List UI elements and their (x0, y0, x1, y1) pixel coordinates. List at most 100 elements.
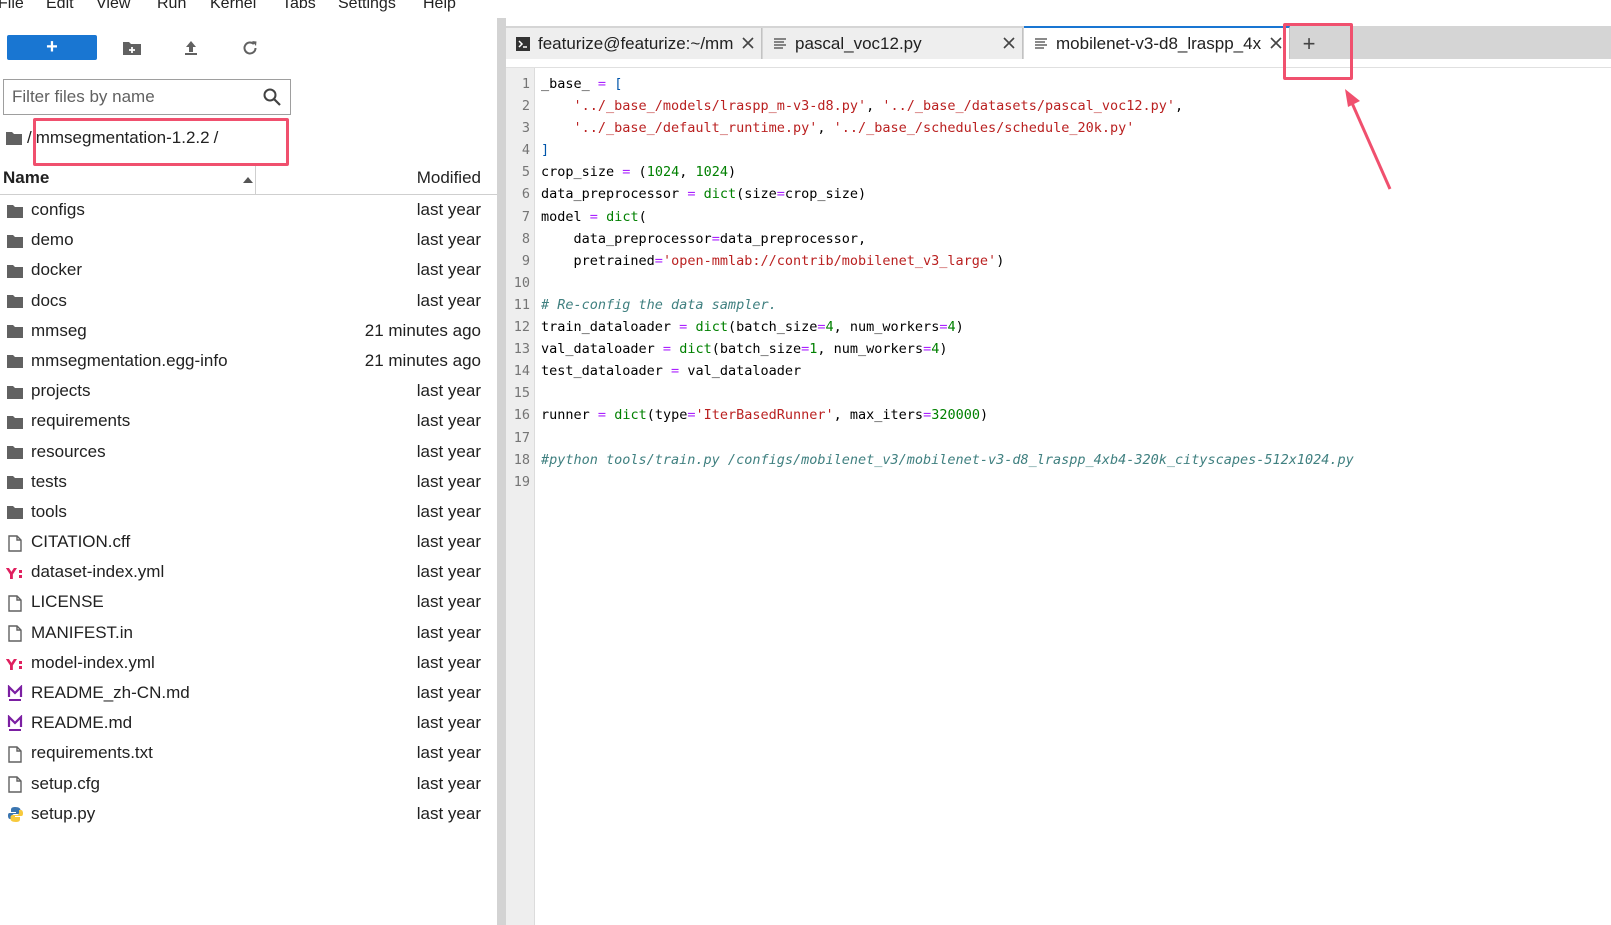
menu-tabs[interactable]: Tabs (282, 0, 316, 13)
terminal-icon (516, 36, 530, 51)
file-name: docker (31, 260, 83, 280)
file-modified: 21 minutes ago (364, 350, 481, 370)
file-name: projects (31, 381, 91, 401)
file-list-item[interactable]: setup.py last year (0, 800, 497, 830)
file-list-header: Name Modified (0, 163, 497, 195)
code-line: 6 data_preprocessor = dict(size=crop_size… (506, 183, 1611, 205)
code-line: 13 val_dataloader = dict(batch_size=1, nu… (506, 338, 1611, 360)
breadcrumb-folder[interactable]: mmsegmentation-1.2.2 (36, 128, 210, 148)
menu-view[interactable]: View (96, 0, 130, 13)
menu-kernel[interactable]: Kernel (210, 0, 256, 13)
file-name: requirements (31, 411, 131, 431)
yaml-icon: Y (6, 655, 24, 673)
file-list-item[interactable]: README.md last year (0, 709, 497, 739)
file-icon (6, 625, 24, 643)
line-number: 1 (521, 76, 530, 92)
folder-icon (6, 353, 24, 371)
file-list-item[interactable]: README_zh-CN.md last year (0, 679, 497, 709)
file-list-item[interactable]: LICENSE last year (0, 588, 497, 618)
close-icon[interactable] (741, 36, 755, 50)
file-list-item[interactable]: docs last year (0, 287, 497, 317)
file-modified: last year (416, 501, 481, 521)
code-line: 16 runner = dict(type='IterBasedRunner', … (506, 404, 1611, 426)
tab-pascal-voc12[interactable]: pascal_voc12.py (763, 28, 1023, 59)
file-list-item[interactable]: resources last year (0, 438, 497, 468)
yaml-icon: Y (6, 564, 24, 582)
name-column-header[interactable]: Name (3, 168, 49, 188)
new-folder-button[interactable] (118, 35, 146, 60)
file-name: mmsegmentation.egg-info (31, 350, 228, 370)
file-modified: last year (416, 441, 481, 461)
close-icon[interactable] (1269, 36, 1283, 50)
tab-label: featurize@featurize:~/mm (538, 33, 734, 53)
upload-button[interactable] (177, 35, 205, 60)
breadcrumb-root[interactable]: / (27, 128, 32, 148)
svg-text:Y: Y (6, 656, 18, 672)
line-code: _base_ = [ (541, 76, 623, 92)
tab-terminal[interactable]: featurize@featurize:~/mm (506, 28, 762, 59)
file-list-item[interactable]: projects last year (0, 377, 497, 407)
search-icon (263, 88, 281, 106)
panel-splitter[interactable] (497, 18, 506, 925)
file-list: configs last year demo last year docker last … (0, 196, 497, 830)
file-list-item[interactable]: requirements last year (0, 407, 497, 437)
file-list-item[interactable]: configs last year (0, 196, 497, 226)
code-line: 10 (506, 272, 1611, 294)
file-name: setup.cfg (31, 773, 100, 793)
line-number: 5 (521, 164, 530, 181)
file-list-item[interactable]: Ymodel-index.yml last year (0, 649, 497, 679)
folder-icon (6, 323, 24, 341)
close-icon[interactable] (1002, 36, 1016, 50)
menu-help[interactable]: Help (423, 0, 456, 13)
code-line: 19 (506, 471, 1611, 493)
modified-column-header[interactable]: Modified (417, 168, 481, 188)
file-list-item[interactable]: tests last year (0, 468, 497, 498)
line-number: 3 (521, 120, 530, 137)
file-name: README_zh-CN.md (31, 683, 190, 702)
folder-icon (6, 202, 24, 220)
file-name: configs (31, 200, 85, 219)
line-number: 6 (521, 186, 530, 203)
column-divider[interactable] (255, 163, 256, 195)
code-line: 2 '../_base_/models/lraspp_m-v3-d8.py', … (506, 95, 1611, 117)
file-list-item[interactable]: requirements.txt last year (0, 739, 497, 769)
line-code: test_dataloader = val_dataloader (541, 363, 802, 380)
menu-file[interactable]: File (0, 0, 24, 13)
refresh-button[interactable] (236, 35, 264, 60)
file-icon (6, 534, 24, 552)
line-number: 19 (513, 473, 530, 490)
python-icon (6, 806, 24, 824)
file-list-item[interactable]: setup.cfg last year (0, 770, 497, 800)
file-icon (6, 745, 24, 763)
menu-run[interactable]: Run (157, 0, 186, 13)
filter-input[interactable] (4, 80, 252, 114)
line-number: 9 (521, 252, 530, 269)
code-line: 18 #python tools/train.py /configs/mobile… (506, 449, 1611, 471)
line-code: train_dataloader = dict(batch_size=4, nu… (541, 319, 964, 336)
text-file-icon (1034, 37, 1048, 51)
file-list-item[interactable]: demo last year (0, 226, 497, 256)
file-list-item[interactable]: tools last year (0, 498, 497, 528)
file-list-item[interactable]: docker last year (0, 256, 497, 286)
line-number: 13 (513, 341, 530, 358)
folder-icon (6, 262, 24, 280)
code-line: 7 model = dict( (506, 206, 1611, 228)
tab-label: mobilenet-v3-d8_lraspp_4x (1056, 33, 1261, 53)
file-list-item[interactable]: Ydataset-index.yml last year (0, 558, 497, 588)
tab-mobilenet-config[interactable]: mobilenet-v3-d8_lraspp_4x (1024, 26, 1290, 59)
file-name: LICENSE (31, 592, 104, 612)
line-code: # Re-config the data sampler. (541, 296, 777, 313)
folder-icon[interactable] (5, 131, 23, 146)
new-launcher-button[interactable]: + (7, 35, 97, 60)
file-modified: last year (416, 773, 481, 793)
new-tab-button[interactable]: + (1292, 28, 1326, 59)
file-list-item[interactable]: CITATION.cff last year (0, 528, 497, 558)
file-list-item[interactable]: MANIFEST.in last year (0, 619, 497, 649)
file-list-item[interactable]: mmseg 21 minutes ago (0, 317, 497, 347)
code-editor[interactable]: 1 _base_ = [ 2 '../_base_/models/lraspp_m-… (506, 67, 1611, 925)
menu-settings[interactable]: Settings (338, 0, 396, 13)
file-list-item[interactable]: mmsegmentation.egg-info 21 minutes ago (0, 347, 497, 377)
file-name: demo (31, 230, 74, 250)
menu-edit[interactable]: Edit (46, 0, 74, 13)
line-code: val_dataloader = dict(batch_size=1, num_… (541, 341, 948, 358)
